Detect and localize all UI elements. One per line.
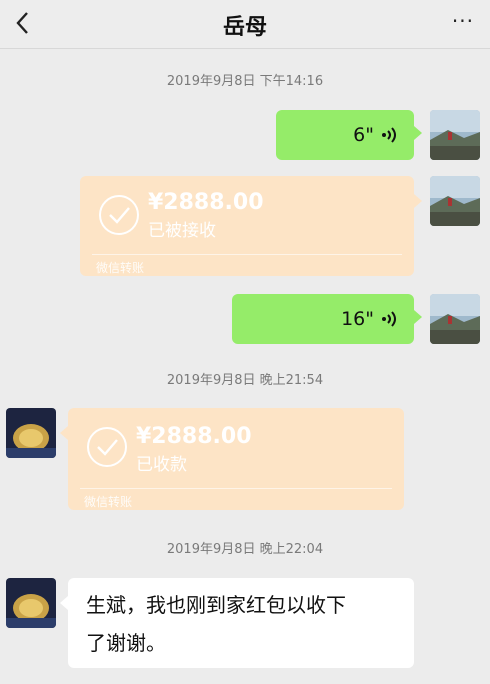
voice-wave-icon [382,127,396,143]
message-line: 生斌，我也刚到家红包以收下 [86,593,346,617]
transfer-label: 微信转账 [96,261,145,275]
voice-duration: 16" [341,308,374,330]
voice-duration: 6" [353,124,374,146]
transfer-card[interactable]: ¥2888.00 已收款 微信转账 [60,408,404,510]
voice-wave-icon [382,311,396,327]
divider [80,488,392,489]
timestamp: 2019年9月8日 晚上21:54 [166,373,324,388]
contact-avatar[interactable] [6,408,56,458]
divider [92,254,402,255]
landscape-avatar-icon [430,294,480,344]
check-circle-icon [87,427,127,467]
timestamp: 2019年9月8日 晚上22:04 [166,542,324,557]
building-avatar-icon [6,408,56,458]
transfer-status: 已收款 [136,455,187,475]
transfer-amount: ¥2888.00 [148,190,264,215]
my-avatar[interactable] [430,176,480,226]
message-line: 了谢谢。 [86,631,166,655]
my-avatar[interactable] [430,294,480,344]
transfer-amount: ¥2888.00 [136,424,252,449]
chat-title: 岳母 [222,15,267,40]
more-dots-icon[interactable]: ··· [452,11,474,31]
text-message[interactable]: 生斌，我也刚到家红包以收下 了谢谢。 [60,578,414,668]
my-avatar[interactable] [430,110,480,160]
transfer-status: 已被接收 [148,221,216,241]
chat-header: 岳母 ··· [0,0,490,49]
timestamp: 2019年9月8日 下午14:16 [166,74,324,89]
landscape-avatar-icon [430,176,480,226]
check-circle-icon [99,195,139,235]
voice-message[interactable]: 16" [232,294,422,344]
contact-avatar[interactable] [6,578,56,628]
transfer-card[interactable]: ¥2888.00 已被接收 微信转账 [80,176,422,276]
transfer-label: 微信转账 [84,495,133,509]
building-avatar-icon [6,578,56,628]
landscape-avatar-icon [430,110,480,160]
voice-message[interactable]: 6" [276,110,422,160]
